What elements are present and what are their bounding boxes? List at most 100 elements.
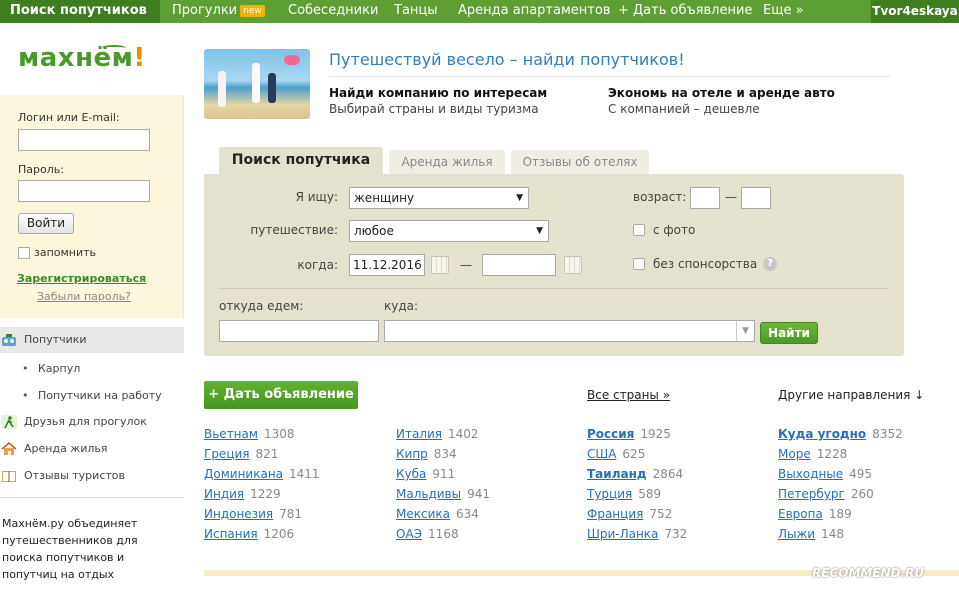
country-link[interactable]: Индонезия	[204, 507, 273, 521]
country-item: США 625	[587, 447, 645, 461]
country-count: 148	[821, 527, 845, 541]
country-item: Петербург 260	[778, 487, 874, 501]
banner-person	[252, 63, 260, 103]
house-icon	[1, 442, 17, 455]
seek-select[interactable]: женщину ▼	[349, 187, 529, 209]
country-link[interactable]: Италия	[396, 427, 442, 441]
sidebar-item-walk-friends[interactable]: Друзья для прогулок	[0, 409, 184, 435]
country-item: Россия 1925	[587, 427, 671, 441]
age-to-input[interactable]	[741, 187, 771, 209]
country-link[interactable]: Шри-Ланка	[587, 527, 658, 541]
age-dash: —	[725, 190, 737, 204]
travelers-icon	[2, 334, 16, 346]
password-input[interactable]	[18, 180, 150, 202]
country-link[interactable]: Куда угодно	[778, 427, 866, 441]
forgot-password-link[interactable]: Забыли пароль?	[37, 290, 131, 303]
country-link[interactable]: Доминикана	[204, 467, 283, 481]
country-link[interactable]: Европа	[778, 507, 823, 521]
remember-label: запомнить	[34, 246, 97, 259]
country-count: 1308	[263, 427, 295, 441]
trip-select[interactable]: любое ▼	[349, 220, 549, 242]
country-link[interactable]: Таиланд	[587, 467, 647, 481]
nav-companions-chat[interactable]: Собеседники	[288, 0, 378, 23]
find-button[interactable]: Найти	[760, 322, 818, 344]
country-item: Греция 821	[204, 447, 278, 461]
country-count: 589	[638, 487, 662, 501]
nav-search-companions[interactable]: Поиск попутчиков	[0, 0, 160, 23]
country-link[interactable]: Греция	[204, 447, 250, 461]
country-item: ОАЭ 1168	[396, 527, 459, 541]
register-link[interactable]: Зарегистрироваться	[17, 272, 146, 285]
sidebar-item-label: Попутчики	[24, 333, 87, 346]
date-to-input[interactable]	[482, 254, 556, 276]
to-input[interactable]: ▼	[384, 320, 755, 342]
country-link[interactable]: США	[587, 447, 616, 461]
help-icon[interactable]: ?	[763, 257, 777, 271]
nav-dances[interactable]: Танцы	[394, 0, 438, 23]
from-input[interactable]	[219, 320, 379, 342]
country-link[interactable]: Франция	[587, 507, 643, 521]
feature-title: Экономь на отеле и аренде авто	[608, 86, 835, 100]
calendar-icon[interactable]	[564, 256, 582, 274]
country-link[interactable]: Россия	[587, 427, 634, 441]
country-item: Лыжи 148	[778, 527, 844, 541]
country-link[interactable]: ОАЭ	[396, 527, 422, 541]
country-link[interactable]: Мексика	[396, 507, 450, 521]
add-listing-button[interactable]: + Дать объявление	[204, 381, 358, 409]
banner-person	[218, 71, 226, 107]
country-count: 732	[664, 527, 688, 541]
country-link[interactable]: Индия	[204, 487, 244, 501]
banner-photo	[204, 49, 310, 119]
tab-housing-rent[interactable]: Аренда жилья	[389, 150, 505, 176]
country-link[interactable]: Турция	[587, 487, 632, 501]
calendar-icon[interactable]	[431, 256, 449, 274]
country-count: 189	[828, 507, 852, 521]
country-link[interactable]: Лыжи	[778, 527, 815, 541]
other-destinations-toggle[interactable]: Другие направления ↓	[778, 388, 924, 402]
country-count: 1228	[816, 447, 848, 461]
sidebar-item-label: Отзывы туристов	[24, 469, 125, 482]
login-button[interactable]: Войти	[18, 213, 74, 234]
search-panel: Я ищу: женщину ▼ путешествие: любое ▼ когд…	[204, 174, 904, 356]
no-sponsor-label: без спонсорства	[653, 257, 758, 271]
sidebar-item-housing[interactable]: Аренда жилья	[0, 436, 184, 462]
nav-apartments[interactable]: Аренда апартаментов	[458, 0, 610, 23]
sidebar-item-companions[interactable]: Попутчики	[0, 327, 184, 353]
tab-companion-search[interactable]: Поиск попутчика	[219, 147, 383, 174]
trip-value: любое	[354, 224, 394, 238]
sidebar: махнём! Логин или E-mail: Пароль: Войти …	[0, 23, 184, 598]
country-link[interactable]: Куба	[396, 467, 426, 481]
sidebar-item-reviews[interactable]: Отзывы туристов	[0, 463, 184, 489]
tab-hotel-reviews[interactable]: Отзывы об отелях	[511, 150, 649, 176]
country-link[interactable]: Испания	[204, 527, 258, 541]
site-logo[interactable]: махнём!	[18, 43, 146, 73]
country-item: Мальдивы 941	[396, 487, 490, 501]
date-from-input[interactable]: 11.12.2016	[349, 254, 425, 276]
login-form: Логин или E-mail: Пароль: Войти запомнит…	[0, 95, 184, 318]
age-from-input[interactable]	[690, 187, 720, 209]
country-item: Доминикана 1411	[204, 467, 320, 481]
country-link[interactable]: Петербург	[778, 487, 845, 501]
sidebar-item-label: Друзья для прогулок	[24, 415, 147, 428]
photo-checkbox[interactable]	[633, 224, 645, 236]
nav-more[interactable]: Еще »	[763, 0, 804, 23]
remember-checkbox[interactable]	[18, 247, 30, 259]
book-icon	[2, 471, 16, 482]
login-input[interactable]	[18, 129, 150, 151]
country-count: 8352	[872, 427, 903, 441]
nav-add-listing[interactable]: + Дать объявление	[618, 0, 752, 23]
user-account[interactable]: Tvor4eskaya	[871, 0, 959, 23]
no-sponsor-checkbox[interactable]	[633, 258, 645, 270]
all-countries-link[interactable]: Все страны »	[587, 388, 670, 402]
country-link[interactable]: Вьетнам	[204, 427, 258, 441]
country-count: 834	[433, 447, 457, 461]
country-link[interactable]: Кипр	[396, 447, 428, 461]
country-link[interactable]: Море	[778, 447, 811, 461]
country-link[interactable]: Мальдивы	[396, 487, 461, 501]
country-link[interactable]: Выходные	[778, 467, 843, 481]
country-count: 821	[255, 447, 279, 461]
sidebar-item-label: Аренда жилья	[24, 442, 108, 455]
sidebar-subitem-carpool[interactable]: Карпул	[22, 362, 80, 375]
nav-walks[interactable]: Прогулки new	[172, 0, 265, 23]
sidebar-subitem-commute[interactable]: Попутчики на работу	[22, 389, 162, 402]
